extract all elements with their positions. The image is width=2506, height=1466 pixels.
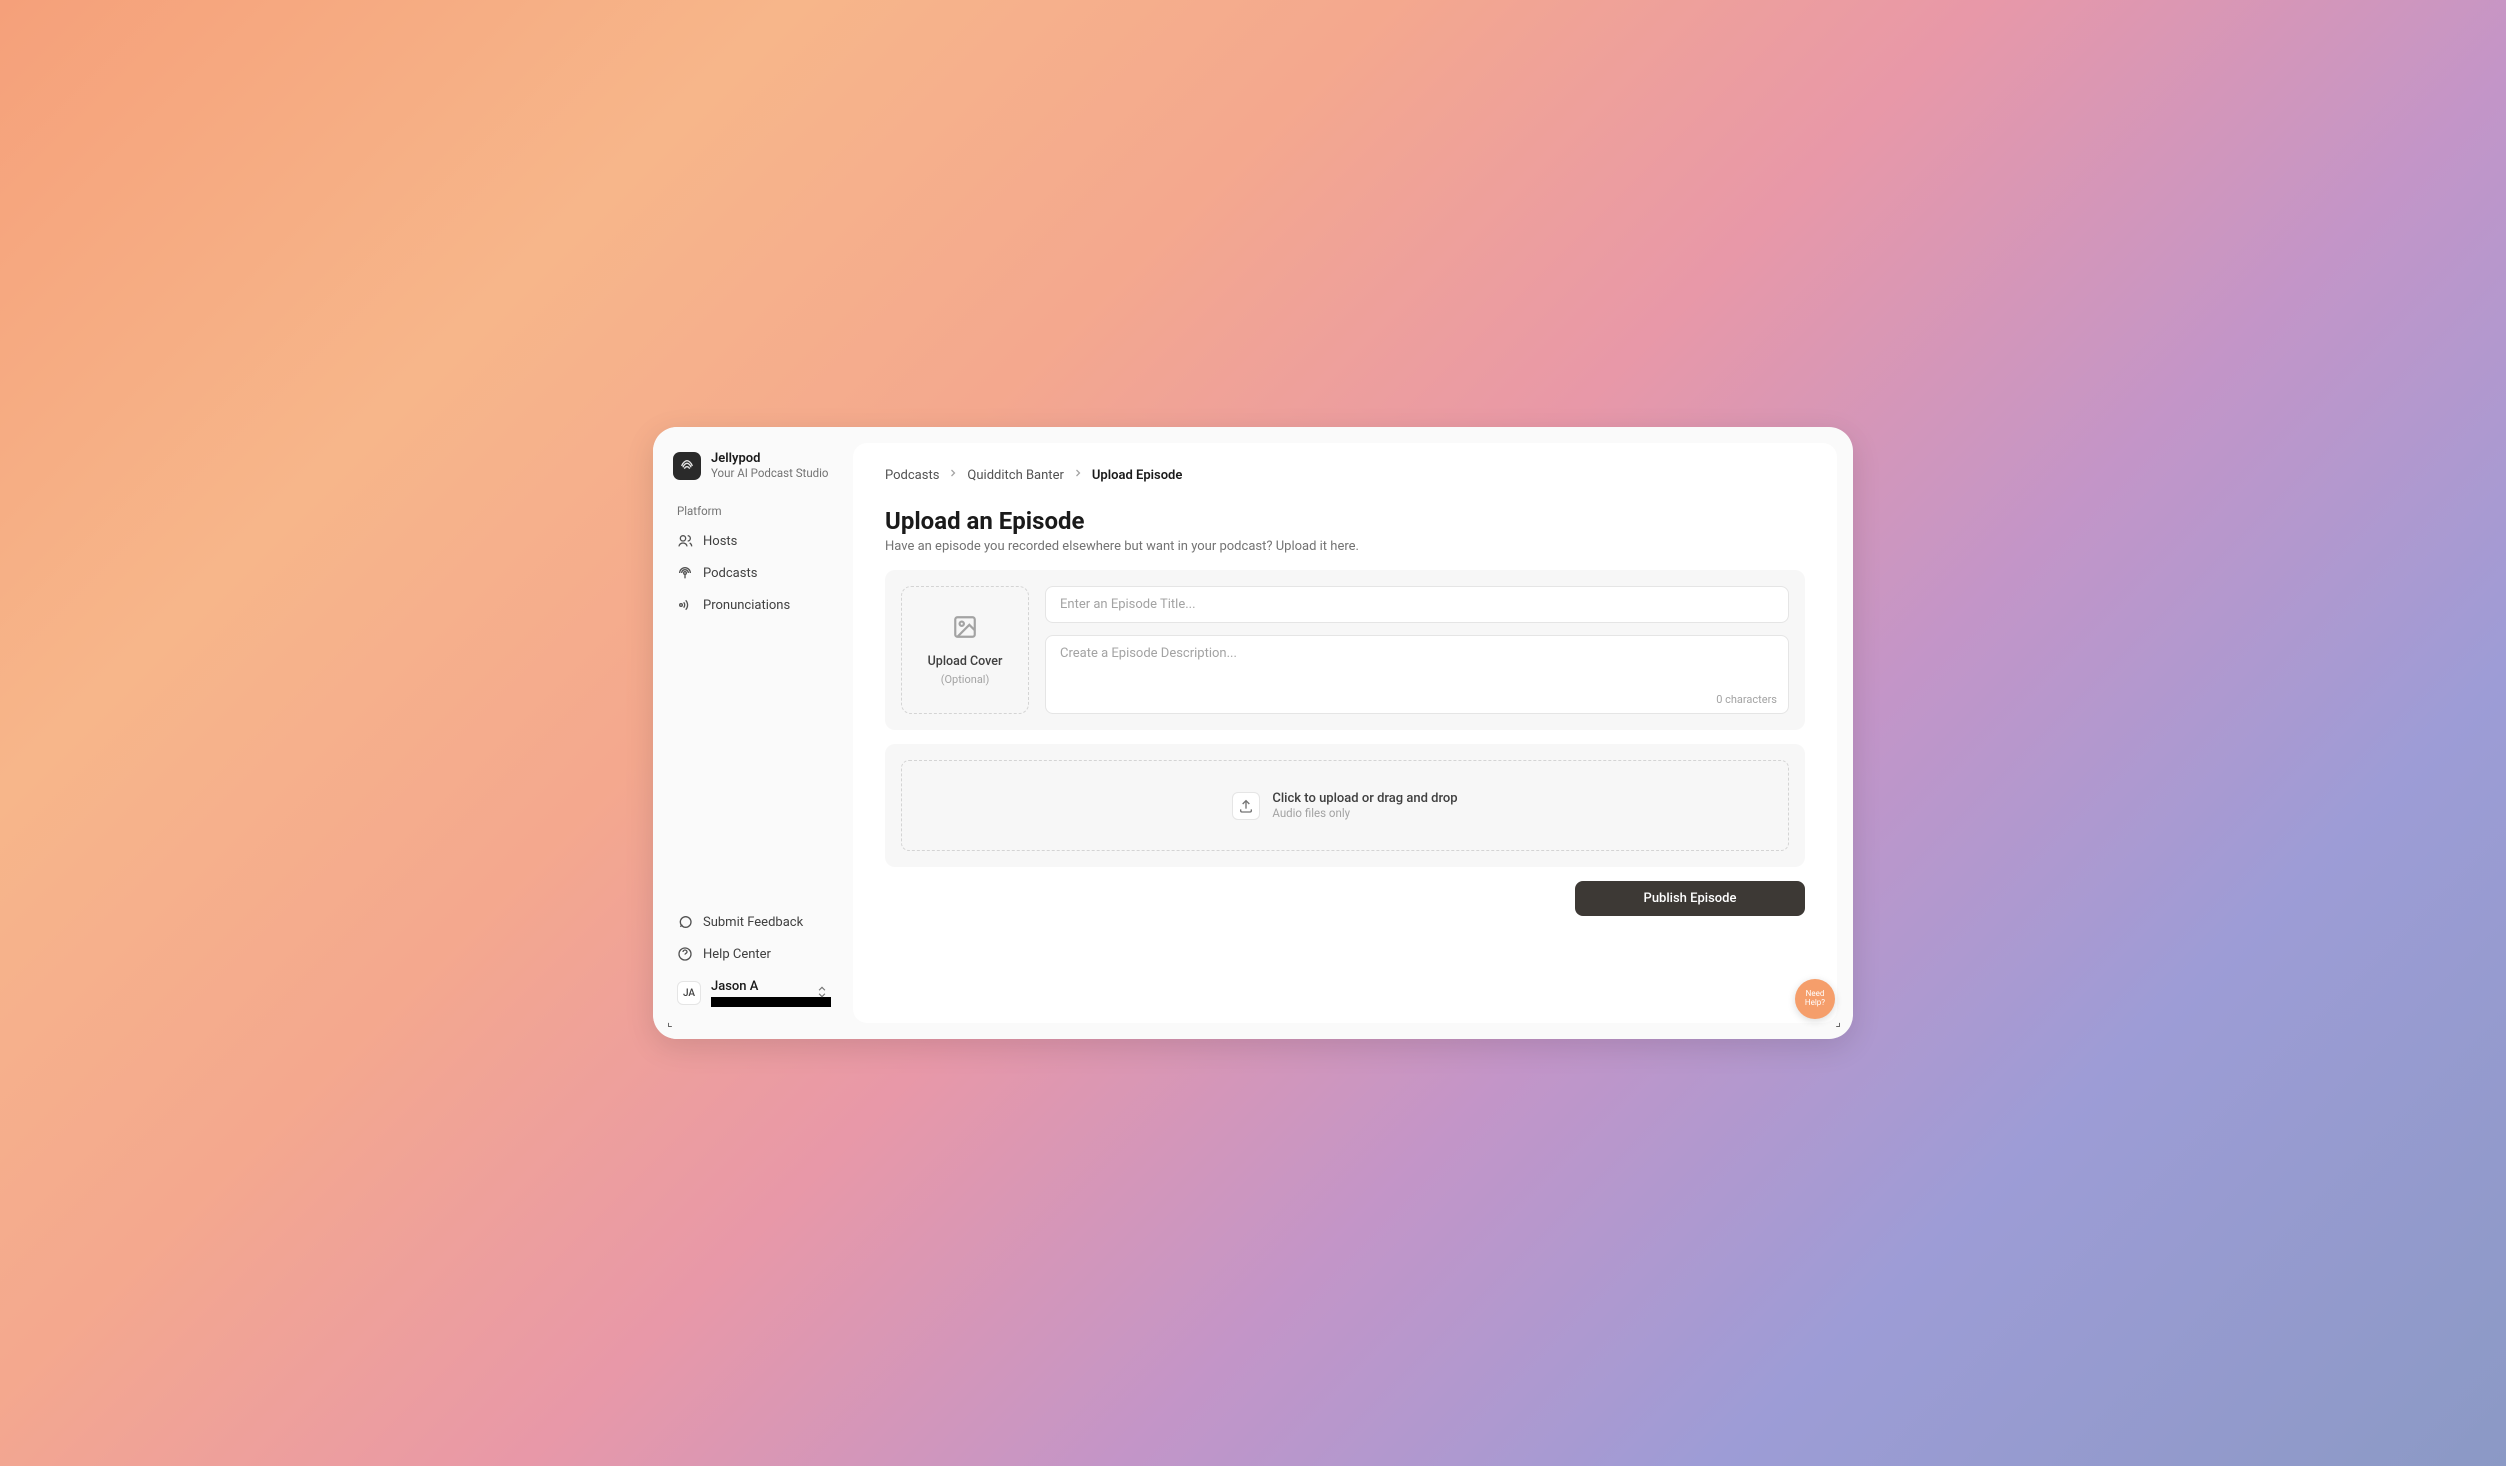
- user-name: Jason A: [711, 979, 805, 995]
- breadcrumb-current: Upload Episode: [1092, 468, 1183, 483]
- cover-optional-text: (Optional): [941, 673, 990, 686]
- audio-dropzone[interactable]: Click to upload or drag and drop Audio f…: [901, 760, 1789, 851]
- submit-feedback-link[interactable]: Submit Feedback: [669, 907, 837, 937]
- podcast-icon: [677, 565, 693, 581]
- sidebar-item-hosts[interactable]: Hosts: [669, 526, 837, 556]
- audio-upload-card: Click to upload or drag and drop Audio f…: [885, 744, 1805, 867]
- dropzone-title: Click to upload or drag and drop: [1272, 791, 1457, 806]
- image-icon: [952, 614, 978, 644]
- breadcrumb-podcasts[interactable]: Podcasts: [885, 468, 939, 483]
- sidebar: Jellypod Your AI Podcast Studio Platform…: [653, 427, 853, 1039]
- nav-list: Hosts Podcasts Pronunciations: [669, 526, 837, 620]
- sidebar-item-label: Podcasts: [703, 566, 757, 581]
- app-window: Jellypod Your AI Podcast Studio Platform…: [653, 427, 1853, 1039]
- dropzone-subtitle: Audio files only: [1272, 806, 1457, 820]
- help-center-link[interactable]: Help Center: [669, 939, 837, 969]
- cover-upload-label: Upload Cover: [928, 654, 1003, 669]
- resize-handle-bl: ⌞: [667, 1015, 673, 1029]
- episode-description-input[interactable]: [1045, 635, 1789, 714]
- character-count: 0 characters: [1716, 693, 1777, 706]
- chevron-right-icon: [947, 467, 959, 483]
- users-icon: [677, 533, 693, 549]
- upload-icon: [1232, 792, 1260, 820]
- sidebar-item-label: Hosts: [703, 534, 737, 549]
- user-email-redacted: [711, 997, 831, 1007]
- jellypod-logo-icon: [673, 452, 701, 480]
- brand-name: Jellypod: [711, 451, 829, 467]
- chevron-right-icon: [1072, 467, 1084, 483]
- sidebar-item-pronunciations[interactable]: Pronunciations: [669, 590, 837, 620]
- episode-title-input[interactable]: [1045, 586, 1789, 623]
- help-circle-icon: [677, 946, 693, 962]
- need-help-fab[interactable]: Need Help?: [1795, 979, 1835, 1019]
- page-subtitle: Have an episode you recorded elsewhere b…: [885, 539, 1805, 554]
- audio-wave-icon: [677, 597, 693, 613]
- main-content: Podcasts Quidditch Banter Upload Episode…: [853, 443, 1837, 1023]
- user-avatar: JA: [677, 981, 701, 1005]
- sidebar-footer: Submit Feedback Help Center JA Jason A: [669, 907, 837, 1015]
- breadcrumb-podcast-name[interactable]: Quidditch Banter: [967, 468, 1063, 483]
- cover-upload-dropzone[interactable]: Upload Cover (Optional): [901, 586, 1029, 714]
- sidebar-item-podcasts[interactable]: Podcasts: [669, 558, 837, 588]
- brand-tagline: Your AI Podcast Studio: [711, 467, 829, 481]
- breadcrumb: Podcasts Quidditch Banter Upload Episode: [885, 467, 1805, 483]
- resize-handle-br: ⌟: [1835, 1015, 1841, 1029]
- message-icon: [677, 914, 693, 930]
- chevron-up-down-icon: [815, 984, 829, 1003]
- sidebar-section-label: Platform: [669, 504, 837, 518]
- sidebar-item-label: Pronunciations: [703, 598, 790, 613]
- page-title: Upload an Episode: [885, 507, 1805, 535]
- publish-button[interactable]: Publish Episode: [1575, 881, 1805, 916]
- brand-logo[interactable]: Jellypod Your AI Podcast Studio: [669, 451, 837, 480]
- footer-link-label: Help Center: [703, 947, 771, 962]
- footer-link-label: Submit Feedback: [703, 915, 803, 930]
- user-menu[interactable]: JA Jason A: [669, 971, 837, 1015]
- episode-details-card: Upload Cover (Optional) 0 characters: [885, 570, 1805, 730]
